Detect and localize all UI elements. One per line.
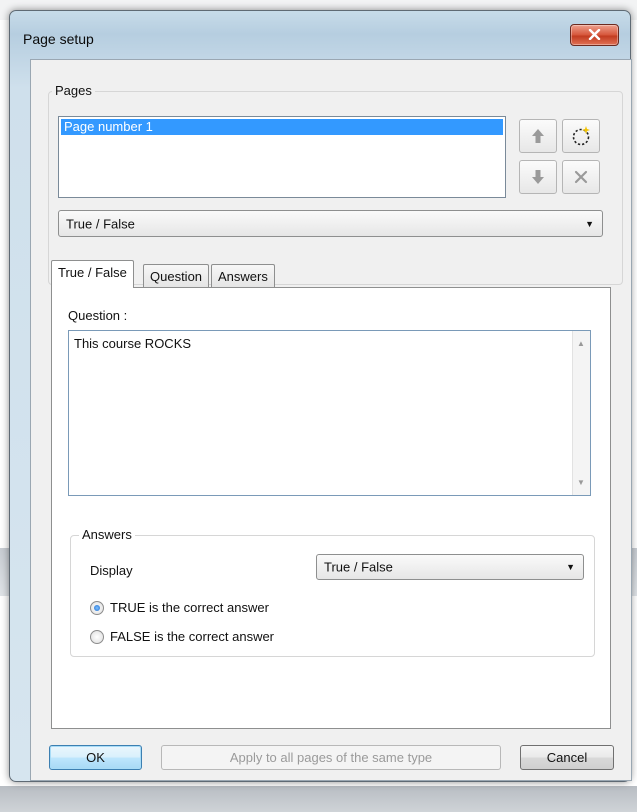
display-select[interactable]: True / False ▼ bbox=[316, 554, 584, 580]
close-button[interactable] bbox=[570, 24, 619, 46]
scroll-down-icon[interactable]: ▼ bbox=[577, 478, 585, 487]
question-scrollbar[interactable]: ▲ ▼ bbox=[572, 331, 590, 495]
question-label: Question : bbox=[68, 308, 128, 323]
delete-page-button[interactable] bbox=[562, 160, 600, 194]
ok-button[interactable]: OK bbox=[49, 745, 142, 770]
page-type-value: True / False bbox=[66, 216, 135, 231]
list-item-page-1[interactable]: Page number 1 bbox=[61, 119, 503, 135]
false-correct-label: FALSE is the correct answer bbox=[110, 629, 275, 644]
true-correct-option[interactable]: TRUE is the correct answer bbox=[90, 600, 269, 615]
scroll-up-icon[interactable]: ▲ bbox=[577, 339, 585, 348]
radio-false[interactable] bbox=[90, 629, 104, 644]
new-page-icon bbox=[572, 126, 590, 146]
question-text: This course ROCKS bbox=[74, 336, 192, 351]
tab-true-false[interactable]: True / False bbox=[51, 260, 134, 288]
delete-x-icon bbox=[574, 170, 588, 184]
page-setup-dialog: Page setup Pages Page number 1 True / Fa… bbox=[9, 10, 632, 782]
question-textarea[interactable]: This course ROCKS ▲ ▼ bbox=[68, 330, 591, 496]
answers-group-label: Answers bbox=[79, 527, 135, 542]
arrow-down-icon bbox=[532, 170, 544, 184]
arrow-up-icon bbox=[532, 129, 544, 143]
chevron-down-icon: ▼ bbox=[566, 562, 575, 572]
cancel-button[interactable]: Cancel bbox=[520, 745, 614, 770]
pages-list[interactable]: Page number 1 bbox=[58, 116, 506, 198]
window-title: Page setup bbox=[23, 31, 94, 47]
pages-group-label: Pages bbox=[52, 83, 95, 98]
true-correct-label: TRUE is the correct answer bbox=[110, 600, 269, 615]
true-false-tab-panel: Question : This course ROCKS ▲ ▼ Answers… bbox=[51, 287, 611, 729]
move-page-up-button[interactable] bbox=[519, 119, 557, 153]
close-icon bbox=[588, 29, 601, 40]
tab-answers[interactable]: Answers bbox=[211, 264, 275, 289]
chevron-down-icon: ▼ bbox=[585, 218, 594, 229]
desktop-background-bottom bbox=[0, 786, 637, 812]
display-select-value: True / False bbox=[324, 559, 393, 575]
apply-all-pages-button[interactable]: Apply to all pages of the same type bbox=[161, 745, 501, 770]
display-label: Display bbox=[90, 563, 133, 578]
move-page-down-button[interactable] bbox=[519, 160, 557, 194]
tab-question[interactable]: Question bbox=[143, 264, 210, 289]
false-correct-option[interactable]: FALSE is the correct answer bbox=[90, 629, 274, 644]
page-type-select[interactable]: True / False ▼ bbox=[58, 210, 603, 237]
radio-true[interactable] bbox=[90, 600, 104, 615]
dialog-client-area: Pages Page number 1 True / False ▼ True … bbox=[30, 59, 632, 781]
new-page-button[interactable] bbox=[562, 119, 600, 153]
